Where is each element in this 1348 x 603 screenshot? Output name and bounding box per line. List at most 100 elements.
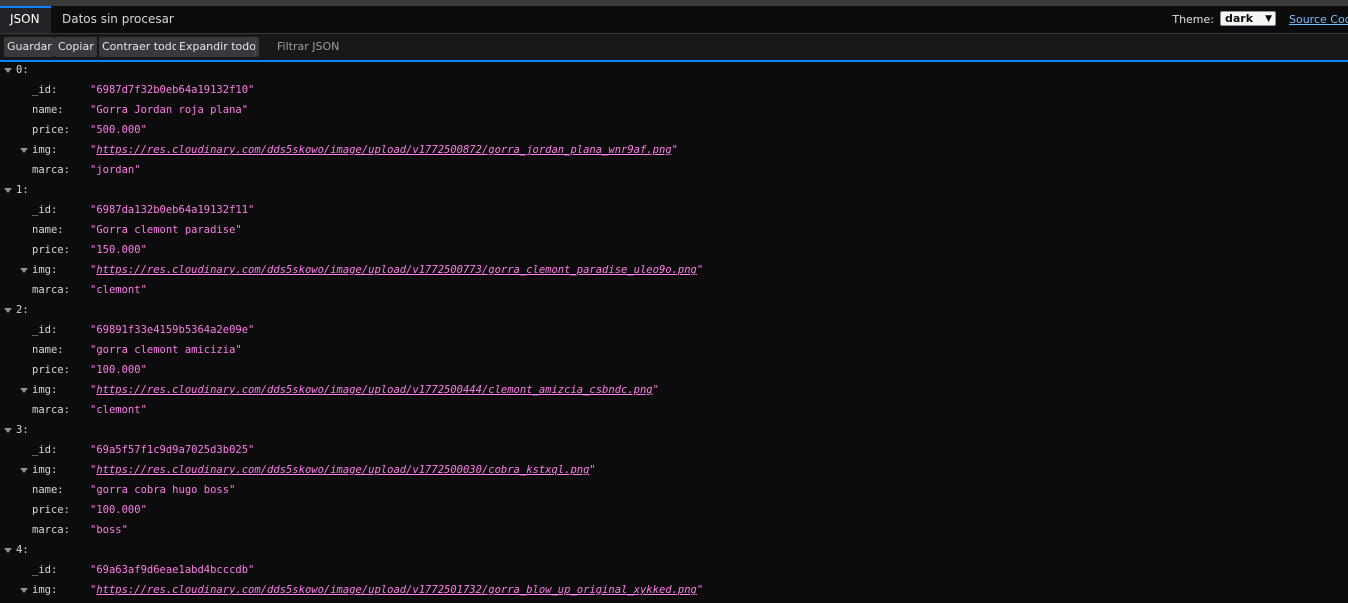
field-value: "6987d7f32b0eb64a19132f10" [90,84,255,96]
field-value: "6987da132b0eb64a19132f11" [90,204,255,216]
field-value: "clemont" [90,284,147,296]
field-key: _id: [32,564,58,576]
field-key: price: [32,504,70,516]
field-key: marca: [32,164,70,176]
tree-row-field[interactable]: img: "https://res.cloudinary.com/dds5skow… [0,460,1348,480]
expand-arrow-icon[interactable] [4,428,12,433]
field-key: name: [32,484,64,496]
array-index: 1: [16,184,29,196]
tree-row-field[interactable]: price: "100.000" [0,500,1348,520]
image-url-link[interactable]: https://res.cloudinary.com/dds5skowo/ima… [96,464,589,476]
field-key: _id: [32,444,58,456]
tree-row-index[interactable]: 3: [0,420,1348,440]
expand-arrow-icon[interactable] [20,388,28,393]
theme-select-value: dark [1225,12,1254,25]
array-index: 2: [16,304,29,316]
tree-row-field[interactable]: _id: "69a63af9d6eae1abd4bcccdb" [0,560,1348,580]
tree-row-index[interactable]: 4: [0,540,1348,560]
tree-row-field[interactable]: _id: "69891f33e4159b5364a2e09e" [0,320,1348,340]
tree-row-field[interactable]: img: "https://res.cloudinary.com/dds5skow… [0,260,1348,280]
expand-arrow-icon[interactable] [20,468,28,473]
field-key: marca: [32,524,70,536]
copy-button[interactable]: Copiar [55,37,97,57]
tree-row-field[interactable]: name: "gorra cobra hugo boss" [0,480,1348,500]
field-value: "150.000" [90,244,147,256]
image-url-link[interactable]: https://res.cloudinary.com/dds5skowo/ima… [96,384,652,396]
field-value: "jordan" [90,164,141,176]
chevron-down-icon: ▼ [1265,14,1272,24]
tree-row-field[interactable]: price: "500.000" [0,120,1348,140]
field-key: marca: [32,284,70,296]
field-value-link[interactable]: "https://res.cloudinary.com/dds5skowo/im… [90,380,659,400]
field-key: img: [32,584,58,596]
expand-arrow-icon[interactable] [4,308,12,313]
expand-arrow-icon[interactable] [4,548,12,553]
tab-json[interactable]: JSON [0,6,51,33]
tab-raw-data[interactable]: Datos sin procesar [52,6,184,33]
field-key: img: [32,144,58,156]
field-key: img: [32,264,58,276]
field-key: img: [32,464,58,476]
json-tree: 0: _id: "6987d7f32b0eb64a19132f10" name: "Go… [0,60,1348,603]
json-toolbar: Guardar Copiar Contraer todo Expandir to… [0,34,1348,62]
field-key: price: [32,244,70,256]
field-value: "100.000" [90,504,147,516]
expand-arrow-icon[interactable] [4,68,12,73]
tree-row-field[interactable]: img: "https://res.cloudinary.com/dds5skow… [0,580,1348,600]
save-button[interactable]: Guardar [4,37,55,57]
field-value: "69a5f57f1c9d9a7025d3b025" [90,444,255,456]
field-value-link[interactable]: "https://res.cloudinary.com/dds5skowo/im… [90,460,596,480]
tree-row-field[interactable]: name: "gorra clemont amicizia" [0,340,1348,360]
image-url-link[interactable]: https://res.cloudinary.com/dds5skowo/ima… [96,144,671,156]
expand-all-button[interactable]: Expandir todo [176,37,259,57]
tree-row-field[interactable]: img: "https://res.cloudinary.com/dds5skow… [0,380,1348,400]
tree-row-field[interactable]: name: "Gorra Jordan roja plana" [0,100,1348,120]
collapse-all-button[interactable]: Contraer todo [99,37,182,57]
image-url-link[interactable]: https://res.cloudinary.com/dds5skowo/ima… [96,264,697,276]
filter-json-input[interactable]: Filtrar JSON [262,37,477,57]
field-value: "500.000" [90,124,147,136]
field-value: "gorra cobra hugo boss" [90,484,236,496]
tree-row-index[interactable]: 0: [0,60,1348,80]
array-index: 3: [16,424,29,436]
field-key: _id: [32,324,58,336]
field-key: price: [32,364,70,376]
field-value-link[interactable]: "https://res.cloudinary.com/dds5skowo/im… [90,260,703,280]
array-index: 4: [16,544,29,556]
field-key: _id: [32,84,58,96]
expand-arrow-icon[interactable] [20,148,28,153]
expand-arrow-icon[interactable] [4,188,12,193]
viewer-tab-bar: JSON Datos sin procesar Theme: dark ▼ So… [0,6,1348,34]
tree-row-field[interactable]: _id: "6987d7f32b0eb64a19132f10" [0,80,1348,100]
toolbar-divider [255,38,256,56]
field-value: "Gorra Jordan roja plana" [90,104,249,116]
tree-row-field[interactable]: price: "100.000" [0,360,1348,380]
tree-row-field[interactable]: price: "150.000" [0,240,1348,260]
field-value: "gorra clemont amicizia" [90,344,242,356]
tree-row-field[interactable]: name: "Gorra clemont paradise" [0,220,1348,240]
field-value: "Gorra clemont paradise" [90,224,242,236]
field-key: price: [32,124,70,136]
tree-row-index[interactable]: 1: [0,180,1348,200]
tree-row-index[interactable]: 2: [0,300,1348,320]
field-value-link[interactable]: "https://res.cloudinary.com/dds5skowo/im… [90,580,703,600]
expand-arrow-icon[interactable] [20,588,28,593]
tree-row-field[interactable]: _id: "69a5f57f1c9d9a7025d3b025" [0,440,1348,460]
field-value: "100.000" [90,364,147,376]
tree-row-field[interactable]: img: "https://res.cloudinary.com/dds5skow… [0,140,1348,160]
tree-row-field[interactable]: marca: "clemont" [0,400,1348,420]
field-key: _id: [32,204,58,216]
expand-arrow-icon[interactable] [20,268,28,273]
image-url-link[interactable]: https://res.cloudinary.com/dds5skowo/ima… [96,584,697,596]
theme-label: Theme: [1172,13,1214,26]
source-code-link[interactable]: Source Code [1289,13,1348,26]
field-key: img: [32,384,58,396]
tree-row-field[interactable]: _id: "6987da132b0eb64a19132f11" [0,200,1348,220]
tree-row-field[interactable]: marca: "boss" [0,520,1348,540]
field-value-link[interactable]: "https://res.cloudinary.com/dds5skowo/im… [90,140,678,160]
theme-select[interactable]: dark ▼ [1220,11,1276,26]
field-value: "clemont" [90,404,147,416]
array-index: 0: [16,64,29,76]
tree-row-field[interactable]: marca: "clemont" [0,280,1348,300]
tree-row-field[interactable]: marca: "jordan" [0,160,1348,180]
